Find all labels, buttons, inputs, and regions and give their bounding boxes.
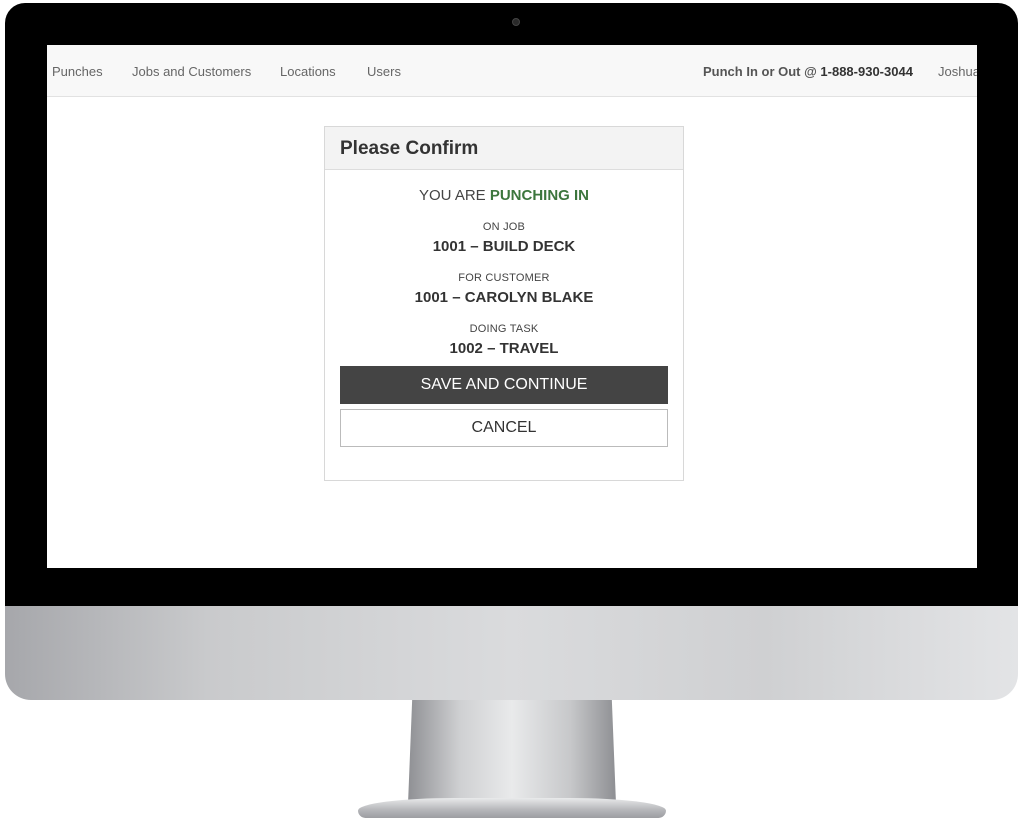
status-action: PUNCHING IN xyxy=(489,187,590,204)
job-value: 1001 – BUILD DECK xyxy=(432,238,576,255)
customer-value: 1001 – CAROLYN BLAKE xyxy=(414,289,594,306)
punch-prefix: Punch In or Out @ xyxy=(703,64,821,79)
punch-phone: 1-888-930-3044 xyxy=(820,64,913,79)
monitor-stand-base xyxy=(358,798,666,818)
monitor-stand xyxy=(408,700,616,804)
dialog-body: YOU ARE PUNCHING IN ON JOB 1001 – BUILD … xyxy=(325,170,683,357)
job-label: ON JOB xyxy=(482,221,526,233)
cancel-button[interactable]: CANCEL xyxy=(340,409,668,447)
camera-icon xyxy=(512,18,520,26)
confirm-dialog: Please Confirm YOU ARE PUNCHING IN ON JO… xyxy=(324,126,684,481)
status-prefix: YOU ARE xyxy=(418,187,490,204)
monitor: Punches Jobs and Customers Locations Use… xyxy=(0,0,1024,824)
screen: Punches Jobs and Customers Locations Use… xyxy=(47,45,977,568)
nav-item-punches[interactable]: Punches xyxy=(52,64,103,79)
nav-item-jobs-and-customers[interactable]: Jobs and Customers xyxy=(132,64,251,79)
task-value: 1002 – TRAVEL xyxy=(449,340,559,357)
monitor-chin xyxy=(5,606,1018,700)
save-and-continue-button[interactable]: SAVE AND CONTINUE xyxy=(340,366,668,404)
punch-phone-info: Punch In or Out @ 1-888-930-3044 xyxy=(703,64,913,79)
user-menu[interactable]: Joshua xyxy=(938,64,977,79)
nav-item-users[interactable]: Users xyxy=(367,64,401,79)
dialog-title: Please Confirm xyxy=(340,138,479,159)
task-label: DOING TASK xyxy=(469,323,539,335)
nav-item-locations[interactable]: Locations xyxy=(280,64,336,79)
top-navbar: Punches Jobs and Customers Locations Use… xyxy=(47,45,977,97)
customer-label: FOR CUSTOMER xyxy=(458,272,550,284)
dialog-header: Please Confirm xyxy=(325,127,683,170)
status-line: YOU ARE PUNCHING IN xyxy=(325,187,683,204)
